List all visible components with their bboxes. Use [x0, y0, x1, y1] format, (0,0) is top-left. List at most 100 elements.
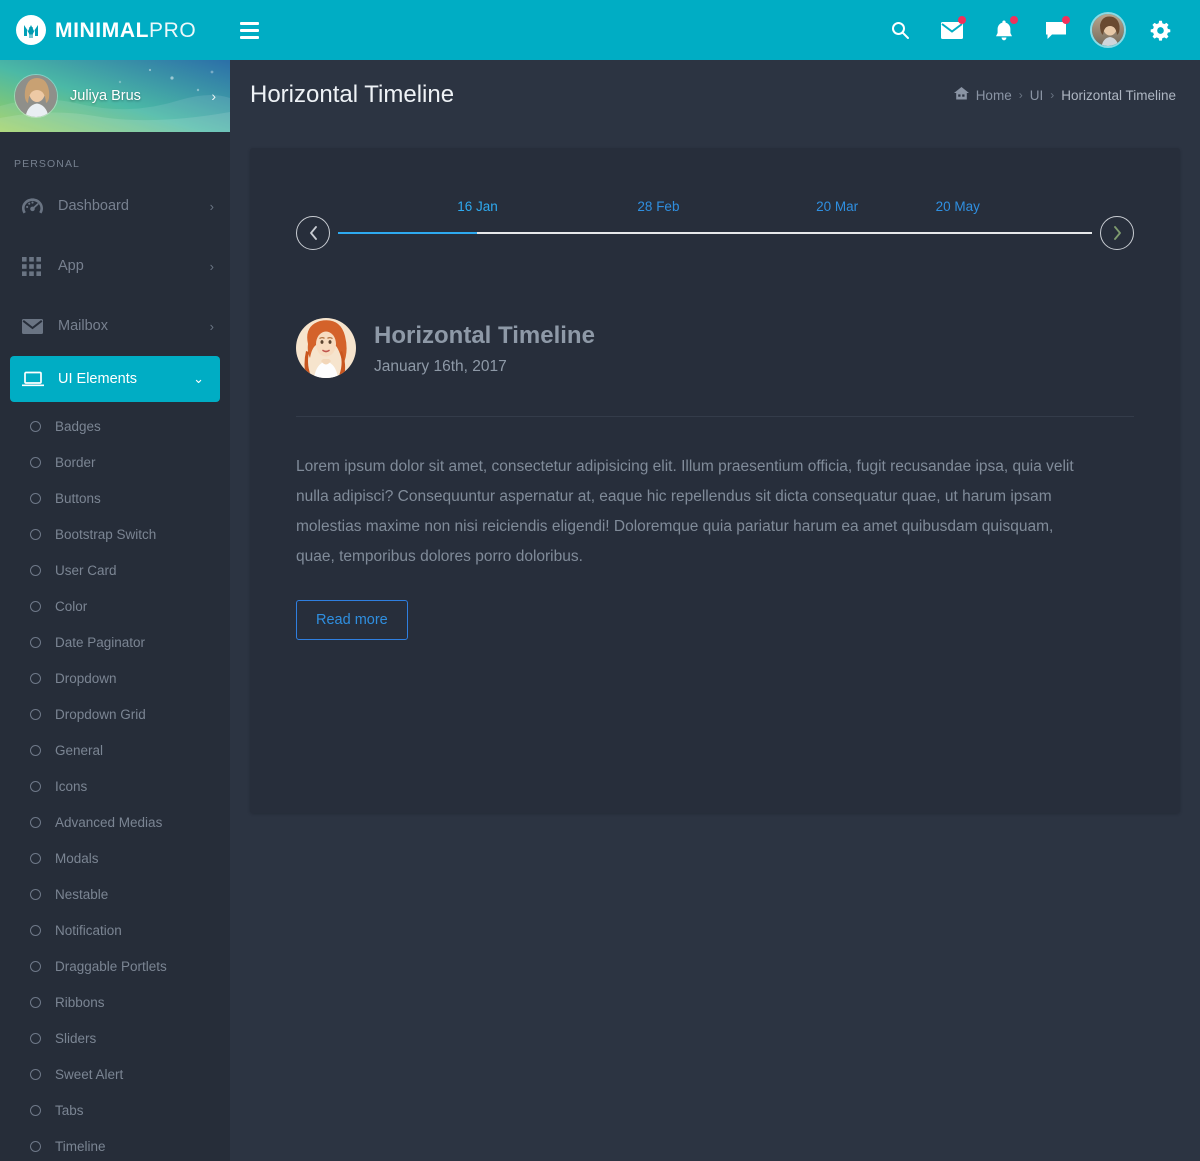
- sidebar-subitem-border[interactable]: Border: [0, 444, 230, 480]
- timeline-track[interactable]: 16 Jan 28 Feb 20 Mar 20 May: [338, 199, 1092, 250]
- sidebar-subitem-user-card[interactable]: User Card: [0, 552, 230, 588]
- grid-icon: [22, 256, 52, 276]
- sidebar-subitem-buttons[interactable]: Buttons: [0, 480, 230, 516]
- timeline-next-button[interactable]: [1100, 216, 1134, 250]
- app-root: MINIMALPRO Juliya Brus › PERSONAL Dashbo…: [0, 0, 1200, 1161]
- sidebar-subitem-advanced-medias[interactable]: Advanced Medias: [0, 804, 230, 840]
- page-title: Horizontal Timeline: [250, 81, 455, 108]
- sidebar-item-label: UI Elements: [58, 371, 137, 387]
- sidebar-subitem-label: Advanced Medias: [55, 814, 163, 830]
- sidebar-item-label: Mailbox: [58, 318, 108, 334]
- circle-bullet-icon: [30, 528, 41, 540]
- sidebar-subitem-notification[interactable]: Notification: [0, 912, 230, 948]
- search-icon[interactable]: [874, 0, 926, 60]
- circle-bullet-icon: [30, 960, 41, 972]
- circle-bullet-icon: [30, 420, 41, 432]
- chevron-right-icon: ›: [211, 88, 216, 104]
- circle-bullet-icon: [30, 996, 41, 1008]
- timeline-point-date: 16 Jan: [457, 199, 498, 214]
- sidebar-subitem-icons[interactable]: Icons: [0, 768, 230, 804]
- read-more-button[interactable]: Read more: [296, 600, 408, 640]
- circle-bullet-icon: [30, 780, 41, 792]
- sidebar-subitem-badges[interactable]: Badges: [0, 408, 230, 444]
- bell-icon[interactable]: [978, 0, 1030, 60]
- sidebar-subitem-ribbons[interactable]: Ribbons: [0, 984, 230, 1020]
- chat-icon[interactable]: [1030, 0, 1082, 60]
- brand-name-bold: MINIMAL: [55, 18, 150, 42]
- home-icon: [953, 87, 969, 103]
- entry-header: Horizontal Timeline January 16th, 2017: [296, 318, 1134, 378]
- chat-badge: [1062, 16, 1070, 24]
- avatar: [14, 74, 58, 118]
- envelope-icon: [22, 318, 52, 334]
- sidebar-subitem-bootstrap-switch[interactable]: Bootstrap Switch: [0, 516, 230, 552]
- timeline-prev-button[interactable]: [296, 216, 330, 250]
- circle-bullet-icon: [30, 708, 41, 720]
- sidebar-item-mailbox[interactable]: Mailbox ›: [0, 296, 230, 356]
- circle-bullet-icon: [30, 816, 41, 828]
- sidebar-subitem-dropdown-grid[interactable]: Dropdown Grid: [0, 696, 230, 732]
- sidebar-subitem-label: Color: [55, 598, 88, 614]
- sidebar-subitem-sweet-alert[interactable]: Sweet Alert: [0, 1056, 230, 1092]
- brand-logo-area[interactable]: MINIMALPRO: [0, 0, 230, 60]
- chevron-down-icon: ⌄: [193, 371, 204, 386]
- hamburger-icon[interactable]: [240, 0, 274, 60]
- chevron-right-icon: ›: [209, 198, 214, 214]
- sidebar-subitem-label: Sliders: [55, 1030, 97, 1046]
- circle-bullet-icon: [30, 492, 41, 504]
- brand-text: MINIMALPRO: [55, 20, 196, 41]
- timeline-progress-fill: [338, 232, 478, 234]
- sidebar-subitem-tabs[interactable]: Tabs: [0, 1092, 230, 1128]
- sidebar-subitem-sliders[interactable]: Sliders: [0, 1020, 230, 1056]
- sidebar-subitem-nestable[interactable]: Nestable: [0, 876, 230, 912]
- entry-date: January 16th, 2017: [374, 357, 507, 375]
- sidebar-subitem-timeline[interactable]: Timeline: [0, 1128, 230, 1161]
- sidebar-subitem-dropdown[interactable]: Dropdown: [0, 660, 230, 696]
- sidebar-subitem-modals[interactable]: Modals: [0, 840, 230, 876]
- sidebar-section-label: PERSONAL: [14, 158, 80, 170]
- sidebar-subitem-label: Tabs: [55, 1102, 84, 1118]
- sidebar-submenu: Badges Border Buttons Bootstrap Switch U…: [0, 402, 230, 1161]
- m-logo-icon: [16, 15, 46, 45]
- main-content: Horizontal Timeline Home › UI › Horizont…: [230, 60, 1200, 1161]
- chevron-right-icon: ›: [209, 258, 214, 274]
- entry-heading-block: Horizontal Timeline January 16th, 2017: [374, 321, 595, 376]
- laptop-icon: [22, 371, 52, 387]
- circle-bullet-icon: [30, 1032, 41, 1044]
- circle-bullet-icon: [30, 1104, 41, 1116]
- sidebar-item-ui-elements[interactable]: UI Elements ⌄: [10, 356, 220, 402]
- user-avatar-button[interactable]: [1082, 0, 1134, 60]
- sidebar-profile[interactable]: Juliya Brus ›: [0, 60, 230, 132]
- circle-bullet-icon: [30, 1068, 41, 1080]
- breadcrumb-item-ui[interactable]: UI: [1030, 88, 1044, 103]
- bell-badge: [1010, 16, 1018, 24]
- sidebar-subitem-label: Sweet Alert: [55, 1066, 124, 1082]
- sidebar-subitem-label: Bootstrap Switch: [55, 526, 157, 542]
- sidebar-subitem-label: Nestable: [55, 886, 109, 902]
- gear-icon[interactable]: [1134, 0, 1186, 60]
- envelope-icon[interactable]: [926, 0, 978, 60]
- sidebar-subitem-general[interactable]: General: [0, 732, 230, 768]
- sidebar-subitem-draggable-portlets[interactable]: Draggable Portlets: [0, 948, 230, 984]
- circle-bullet-icon: [30, 564, 41, 576]
- timeline-point-date: 20 May: [935, 199, 980, 214]
- circle-bullet-icon: [30, 600, 41, 612]
- breadcrumb-item-home[interactable]: Home: [976, 88, 1012, 103]
- top-navbar: MINIMALPRO: [0, 0, 1200, 60]
- sidebar-item-label: Dashboard: [58, 198, 129, 214]
- sidebar-item-dashboard[interactable]: Dashboard ›: [0, 176, 230, 236]
- sidebar-subitem-color[interactable]: Color: [0, 588, 230, 624]
- breadcrumb: Home › UI › Horizontal Timeline: [953, 87, 1176, 103]
- sidebar-item-app[interactable]: App ›: [0, 236, 230, 296]
- timeline-entry: Horizontal Timeline January 16th, 2017 L…: [274, 318, 1156, 640]
- navbar-actions: [874, 0, 1200, 60]
- envelope-badge: [958, 16, 966, 24]
- timeline-card: 16 Jan 28 Feb 20 Mar 20 May Horizontal T…: [250, 148, 1180, 813]
- circle-bullet-icon: [30, 1140, 41, 1152]
- entry-body-text: Lorem ipsum dolor sit amet, consectetur …: [296, 458, 1074, 565]
- circle-bullet-icon: [30, 456, 41, 468]
- sidebar-subitem-date-paginator[interactable]: Date Paginator: [0, 624, 230, 660]
- sidebar-subitem-label: Modals: [55, 850, 99, 866]
- timeline-point-date: 20 Mar: [816, 199, 859, 214]
- breadcrumb-item-current: Horizontal Timeline: [1061, 87, 1176, 103]
